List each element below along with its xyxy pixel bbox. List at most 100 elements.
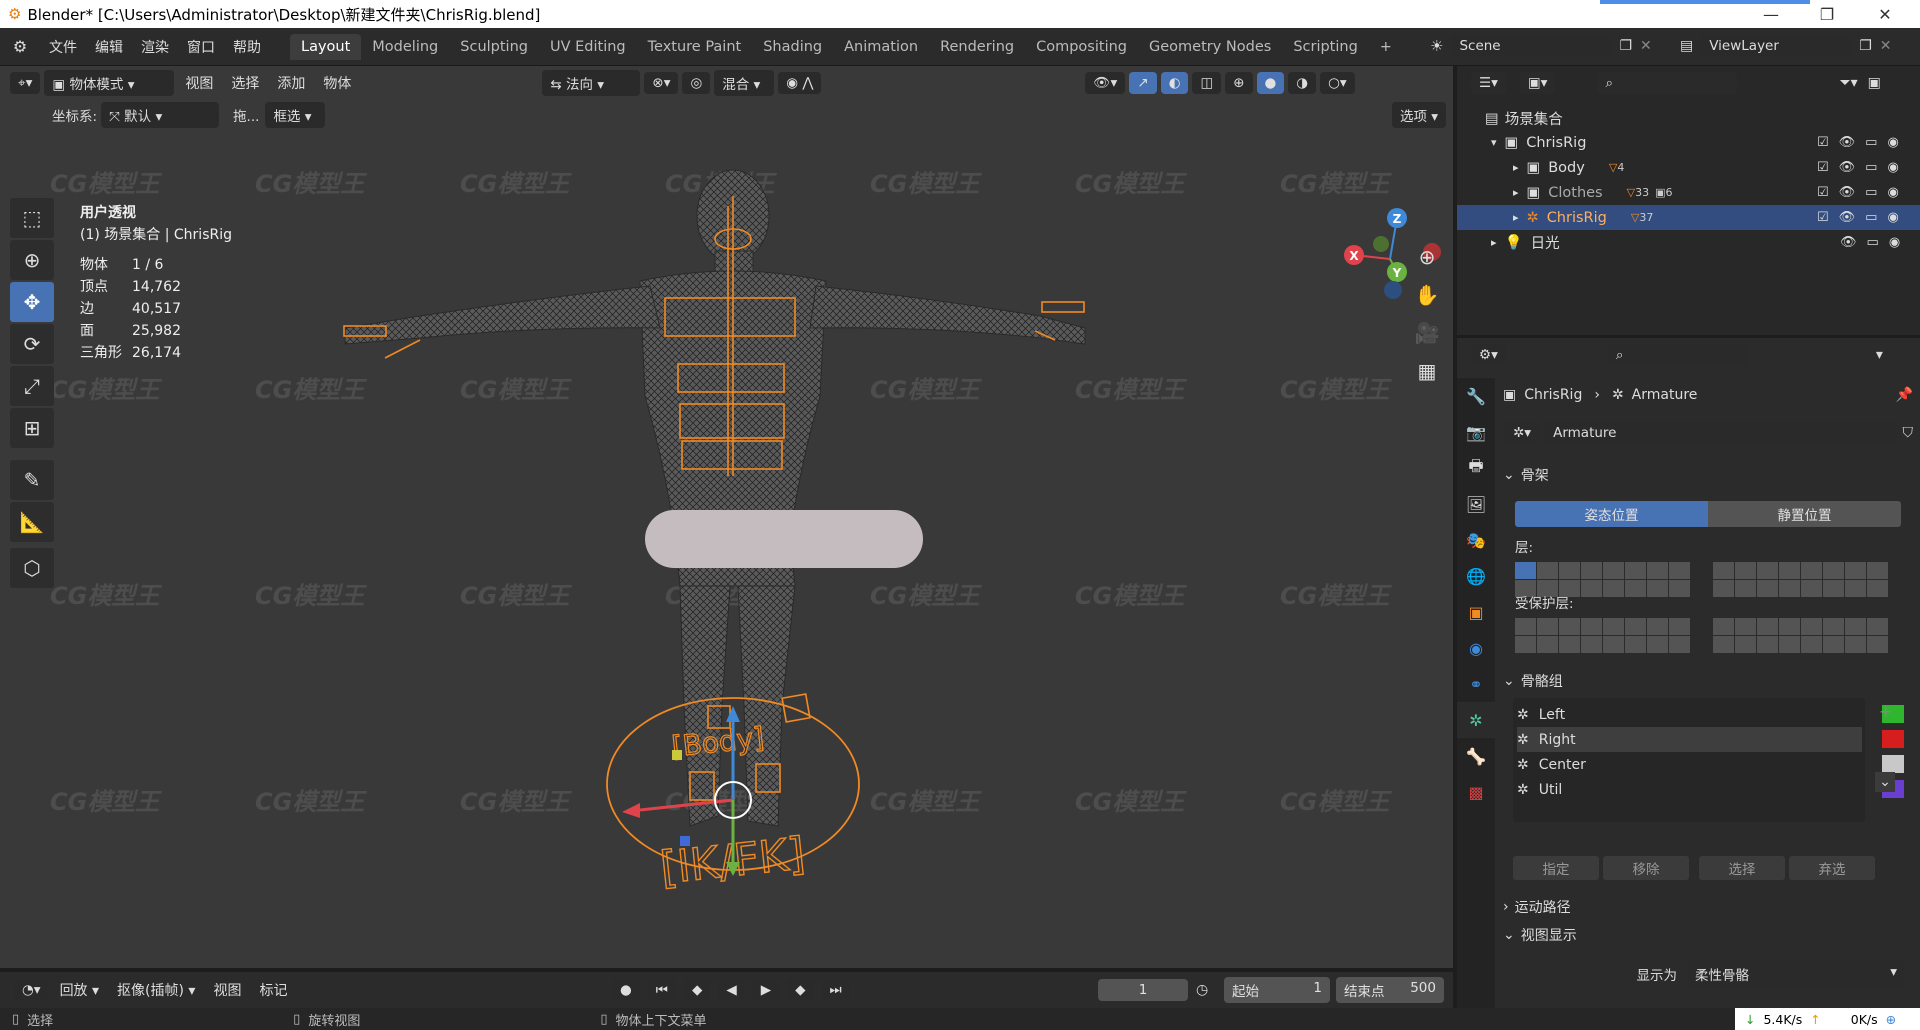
expand-arrow-icon[interactable]: ▸ [1513, 211, 1519, 224]
layer-cell[interactable] [1581, 580, 1602, 597]
layer-cell[interactable] [1779, 562, 1800, 579]
bone-group-item[interactable]: ✲ Left [1517, 702, 1904, 727]
right-hand-control[interactable] [1041, 301, 1085, 313]
viewport-monitor-icon[interactable]: ▭ [1867, 235, 1879, 250]
close-button[interactable]: ✕ [1862, 0, 1908, 28]
outliner-item[interactable]: ▸ ✲ ChrisRig ▽37 ☑ 👁 ▭ ◉ [1457, 205, 1920, 230]
viewport-monitor-icon[interactable]: ▭ [1865, 185, 1877, 200]
layer-cell[interactable] [1537, 618, 1558, 635]
layer-cell[interactable] [1603, 562, 1624, 579]
texture-tab-icon[interactable]: ▩ [1457, 774, 1495, 810]
display-mode-icon[interactable]: ▣▾ [1519, 72, 1556, 94]
properties-options-icon[interactable]: ▾ [1876, 347, 1883, 363]
viewport-monitor-icon[interactable]: ▭ [1865, 160, 1877, 175]
menu-edit[interactable]: 编辑 [86, 37, 132, 57]
rest-position-button[interactable]: 静置位置 [1708, 501, 1901, 527]
layer-cell[interactable] [1823, 562, 1844, 579]
play-icon[interactable]: ▶ [752, 979, 780, 1001]
layer-cell[interactable] [1647, 580, 1668, 597]
layer-cell[interactable] [1757, 562, 1778, 579]
new-collection-icon[interactable]: ▣ [1868, 75, 1881, 91]
layer-cell[interactable] [1603, 618, 1624, 635]
scene-icon[interactable]: ☀ [1430, 37, 1443, 55]
tab-compositing[interactable]: Compositing [1025, 34, 1138, 60]
tab-shading[interactable]: Shading [752, 34, 833, 60]
current-frame-field[interactable]: 1 [1098, 979, 1188, 1001]
visibility-eye-icon[interactable]: 👁 [1839, 185, 1856, 200]
layer-cell[interactable] [1625, 562, 1646, 579]
layer-cell[interactable] [1735, 636, 1756, 653]
exclude-checkbox[interactable]: ☑ [1817, 210, 1829, 225]
menu-file[interactable]: 文件 [40, 37, 86, 57]
layer-cell[interactable] [1625, 618, 1646, 635]
layer-cell[interactable] [1537, 636, 1558, 653]
layer-cell[interactable] [1559, 618, 1580, 635]
timeline-editor-icon[interactable]: ◔▾ [14, 979, 49, 1001]
exclude-checkbox[interactable]: ☑ [1817, 185, 1829, 200]
layer-cell[interactable] [1669, 636, 1690, 653]
add-workspace-button[interactable]: + [1369, 34, 1403, 60]
next-keyframe-icon[interactable]: ◆ [787, 979, 814, 1001]
delete-scene-icon[interactable]: ✕ [1640, 38, 1652, 54]
delete-view-layer-icon[interactable]: ✕ [1880, 38, 1892, 54]
remove-button[interactable]: 移除 [1603, 856, 1689, 880]
visibility-eye-icon[interactable]: 👁 [1839, 160, 1856, 175]
bone-group-item[interactable]: ✲ Util [1517, 777, 1904, 802]
layer-cell[interactable] [1735, 618, 1756, 635]
layer-cell[interactable] [1845, 562, 1866, 579]
tab-uv-editing[interactable]: UV Editing [539, 34, 637, 60]
tab-sculpting[interactable]: Sculpting [449, 34, 539, 60]
layer-cell[interactable] [1515, 618, 1536, 635]
render-camera-icon[interactable]: ◉ [1887, 185, 1898, 200]
scene-selector[interactable]: Scene [1451, 35, 1612, 57]
gizmo-neg-y[interactable] [1373, 236, 1389, 252]
bone-group-item[interactable]: ✲ Right [1517, 727, 1904, 752]
protected-layers-grid-1[interactable] [1515, 618, 1690, 653]
layer-cell[interactable] [1581, 636, 1602, 653]
knee-control[interactable] [781, 693, 811, 723]
expand-arrow-icon[interactable]: ▸ [1491, 236, 1497, 249]
motion-paths-panel-header[interactable]: › 运动路径 [1503, 894, 1913, 920]
object-tab-icon[interactable]: ▣ [1457, 594, 1495, 630]
clock-icon[interactable]: ◷ [1196, 982, 1208, 998]
assign-button[interactable]: 指定 [1513, 856, 1599, 880]
layer-cell[interactable] [1713, 636, 1734, 653]
expand-arrow-icon[interactable]: ▸ [1513, 161, 1519, 174]
fake-user-shield-icon[interactable]: ⛉ [1903, 425, 1914, 441]
bone-group-menu-icon[interactable]: ⌄ [1875, 772, 1895, 792]
layer-cell[interactable] [1515, 562, 1536, 579]
exclude-checkbox[interactable]: ☑ [1817, 135, 1829, 150]
layer-cell[interactable] [1801, 636, 1822, 653]
maximize-button[interactable]: ❐ [1804, 0, 1850, 28]
visibility-eye-icon[interactable]: 👁 [1839, 135, 1856, 150]
breadcrumb-armature[interactable]: Armature [1632, 387, 1698, 403]
tab-modeling[interactable]: Modeling [361, 34, 449, 60]
skeleton-panel-header[interactable]: ⌄ 骨架 [1503, 462, 1913, 488]
layer-cell[interactable] [1515, 636, 1536, 653]
pose-position-button[interactable]: 姿态位置 [1515, 501, 1708, 527]
layer-cell[interactable] [1823, 618, 1844, 635]
output-tab-icon[interactable]: 🖶 [1457, 450, 1495, 486]
tab-layout[interactable]: Layout [290, 33, 362, 60]
world-tab-icon[interactable]: 🌐 [1457, 558, 1495, 594]
layer-cell[interactable] [1735, 580, 1756, 597]
outliner-item[interactable]: ▸ ▣ Body ▽4 ☑ 👁 ▭ ◉ [1457, 155, 1920, 180]
zoom-icon[interactable]: ⊕ [1410, 240, 1444, 274]
expand-arrow-icon[interactable]: ▾ [1491, 136, 1497, 149]
menu-render[interactable]: 渲染 [132, 37, 178, 57]
render-tab-icon[interactable]: 📷 [1457, 414, 1495, 450]
layer-cell[interactable] [1537, 562, 1558, 579]
add-bone-group-icon[interactable]: + [1879, 702, 1892, 721]
layer-cell[interactable] [1779, 618, 1800, 635]
select-button[interactable]: 选择 [1699, 856, 1785, 880]
view-layer-tab-icon[interactable]: 🖼 [1457, 486, 1495, 522]
new-scene-icon[interactable]: ❐ [1619, 38, 1632, 54]
layer-cell[interactable] [1801, 562, 1822, 579]
layer-cell[interactable] [1713, 562, 1734, 579]
timeline-menu-view[interactable]: 视图 [204, 980, 250, 1000]
menu-window[interactable]: 窗口 [178, 37, 224, 57]
outliner-item[interactable]: ▾ ▣ ChrisRig ☑ 👁 ▭ ◉ [1457, 130, 1920, 155]
end-frame-field[interactable]: 结束点 500 [1336, 977, 1444, 1003]
properties-editor-icon[interactable]: ⚙▾ [1471, 344, 1506, 366]
layer-cell[interactable] [1801, 580, 1822, 597]
